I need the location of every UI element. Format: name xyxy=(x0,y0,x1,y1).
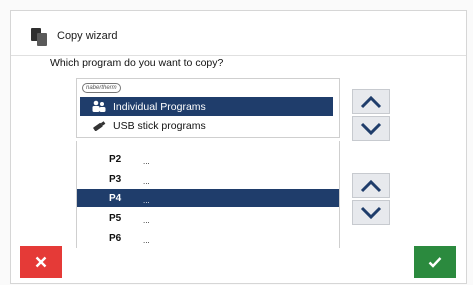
source-item-label: USB stick programs xyxy=(113,120,206,132)
program-label: P6 xyxy=(109,233,122,244)
program-detail: ... xyxy=(143,177,150,186)
chevron-down-icon xyxy=(360,122,382,135)
brand-logo: nabertherm xyxy=(82,83,121,93)
program-item-p5[interactable]: P5 ... xyxy=(77,209,339,227)
program-label: P4 xyxy=(109,193,122,204)
chevron-up-icon xyxy=(360,95,382,108)
program-item-p2[interactable]: P2 ... xyxy=(77,150,339,168)
confirm-button[interactable] xyxy=(414,246,456,278)
program-scroll-down-button[interactable] xyxy=(352,200,390,225)
chevron-down-icon xyxy=(360,206,382,219)
program-scroll-up-button[interactable] xyxy=(352,173,390,198)
program-label: P2 xyxy=(109,154,122,165)
program-label: P5 xyxy=(109,213,122,224)
source-item-label: Individual Programs xyxy=(113,101,206,113)
program-detail: ... xyxy=(143,196,150,205)
checkmark-icon xyxy=(428,257,442,268)
program-detail: ... xyxy=(143,236,150,245)
program-detail: ... xyxy=(143,216,150,225)
program-label: P3 xyxy=(109,174,122,185)
dialog-title: Copy wizard xyxy=(57,30,118,42)
program-item-p3[interactable]: P3 ... xyxy=(77,170,339,188)
source-list: nabertherm Individual Programs USB stick… xyxy=(76,78,340,138)
usb-stick-icon xyxy=(93,121,106,131)
copy-icon xyxy=(31,28,47,46)
users-icon xyxy=(92,100,106,112)
source-scroll-up-button[interactable] xyxy=(352,89,390,114)
program-list: P2 ... P3 ... P4 ... P5 ... P6 ... xyxy=(76,141,340,248)
source-item-individual-programs[interactable]: Individual Programs xyxy=(80,97,333,116)
program-detail: ... xyxy=(143,157,150,166)
program-item-p4[interactable]: P4 ... xyxy=(77,189,339,207)
source-scroll-down-button[interactable] xyxy=(352,116,390,141)
source-item-usb-stick-programs[interactable]: USB stick programs xyxy=(80,117,333,135)
title-bar: Copy wizard xyxy=(11,11,466,56)
chevron-up-icon xyxy=(360,179,382,192)
close-icon xyxy=(35,256,47,268)
question-label: Which program do you want to copy? xyxy=(50,57,224,69)
program-item-p6[interactable]: P6 ... xyxy=(77,229,339,247)
cancel-button[interactable] xyxy=(20,246,62,278)
